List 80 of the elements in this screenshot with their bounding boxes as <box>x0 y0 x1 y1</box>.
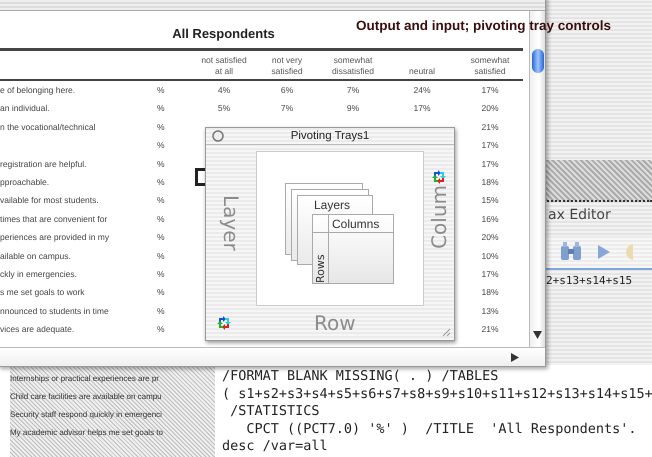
table-cell-text: 13% <box>480 304 500 318</box>
resize-grip-icon[interactable] <box>442 328 451 337</box>
column-header: somewhat dissatisfied <box>319 51 387 81</box>
row-label: pproachable. <box>0 176 50 189</box>
code-line: /FORMAT BLANK MISSING( . ) /TABLES <box>222 368 500 386</box>
code-line: desc /var=all <box>222 438 329 456</box>
pivot-arrows-icon[interactable] <box>216 315 232 331</box>
row-label: e of belonging here. <box>0 84 76 97</box>
row-label: n the vocational/technical <box>0 120 96 134</box>
data-cell-text: My academic advisor helps me set goals to <box>10 427 164 439</box>
table-title: All Respondents <box>172 25 275 43</box>
table-cell-text: 20% <box>480 231 500 244</box>
table-cell-text: 10% <box>480 250 500 263</box>
caption-text: Output and input; pivoting tray controls <box>356 18 611 33</box>
table-cell-text: 16% <box>480 212 500 226</box>
table-cell-text: 17% <box>480 158 500 171</box>
data-cell-text: Internships or practical experiences are pr <box>10 373 160 385</box>
pivot-arrows-icon[interactable] <box>431 169 447 185</box>
table-cell-text: 21% <box>480 120 500 134</box>
unit-label: % <box>156 176 166 189</box>
table-cell-text: 18% <box>480 176 500 189</box>
table-cell-text: 6% <box>280 84 294 97</box>
unit-label: % <box>156 250 166 263</box>
unit-label: % <box>156 268 166 281</box>
unit-label: % <box>156 323 166 336</box>
unit-label: % <box>156 84 166 97</box>
table-cell-text: 21% <box>480 323 500 336</box>
unit-label: % <box>156 212 166 226</box>
row-label: vailable for most students. <box>0 194 100 208</box>
column-header: not satisfied at all <box>193 51 255 81</box>
layer-tray-label[interactable]: Layer <box>221 195 241 251</box>
table-cell-text: 9% <box>346 102 360 116</box>
columns-label: Columns <box>329 215 393 233</box>
data-cell-text: Child care facilities are available on campu <box>10 391 163 403</box>
row-label: vices are adequate. <box>0 323 76 336</box>
row-label: an individual. <box>0 102 51 116</box>
table-cell-text: 17% <box>412 102 432 116</box>
row-label: s me set goals to work <box>0 286 86 300</box>
code-text: 2+s13+s14+s15 <box>546 274 632 287</box>
table-cell-text: 17% <box>480 139 500 152</box>
column-header: neutral <box>387 62 457 81</box>
code-line: CPCT ((PCT7.0) '%' ) /TITLE 'All Respondents'. <box>245 420 638 438</box>
column-header: somewhat satisfied <box>457 51 523 81</box>
table-cell-text: 17% <box>480 268 500 281</box>
column-header: not very satisfied <box>255 51 319 81</box>
scroll-thumb[interactable] <box>532 49 544 73</box>
row-label: registration are helpful. <box>0 158 88 171</box>
table-cell-text: 4% <box>216 84 232 97</box>
table-cell-text: 5% <box>216 102 232 116</box>
unit-label: % <box>156 286 166 300</box>
unit-label: % <box>156 194 166 208</box>
row-label: periences are provided in my <box>0 231 110 244</box>
table-cell-text: 17% <box>480 84 500 97</box>
table-cell-text: 7% <box>280 102 294 116</box>
table-cell-text: 7% <box>346 84 360 97</box>
down-arrow-icon[interactable] <box>533 331 542 339</box>
right-arrow-icon[interactable] <box>511 352 519 362</box>
code-line: /STATISTICS <box>229 403 321 420</box>
window-title: Pivoting Trays1 <box>290 130 370 142</box>
table-cell-text: 18% <box>480 286 500 300</box>
unit-label: % <box>156 158 166 171</box>
row-label: nnounced to students in time <box>0 304 110 318</box>
unit-label: % <box>156 231 166 244</box>
table-cell-text: 24% <box>412 84 432 97</box>
unit-label: % <box>156 304 166 318</box>
data-cell-text: Security staff respond quickly in emergenci <box>10 409 163 421</box>
row-label: ailable on campus. <box>0 250 72 263</box>
code-line: ( s1+s2+s3+s4+s5+s6+s7+s8+s9+s10+s11+s12+s13+s14+s15+ <box>222 386 652 403</box>
unit-label: % <box>156 102 166 116</box>
unit-label: % <box>156 139 166 152</box>
table-cell-text: 20% <box>480 102 500 116</box>
binoculars-icon[interactable] <box>559 242 583 262</box>
row-label: ckly in emergencies. <box>0 268 78 281</box>
close-icon[interactable] <box>212 130 224 142</box>
table-cell-text: 15% <box>480 194 500 208</box>
column-tray-label[interactable]: Colum <box>429 185 449 249</box>
window-title: ax Editor <box>548 207 612 223</box>
unit-label: % <box>156 120 166 134</box>
row-label: times that are convenient for <box>0 212 108 226</box>
row-tray-label[interactable]: Row <box>314 311 356 335</box>
